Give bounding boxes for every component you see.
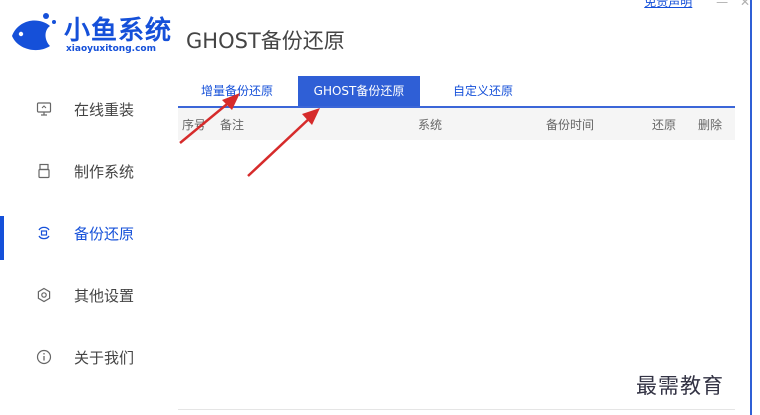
- tab-incremental-backup[interactable]: 增量备份还原: [186, 76, 288, 106]
- logo-name: 小鱼系统: [64, 16, 173, 46]
- tab-ghost-backup[interactable]: GHOST备份还原: [298, 76, 420, 106]
- sidebar-item-other-settings[interactable]: 其他设置: [0, 264, 170, 326]
- sidebar-item-make-system[interactable]: 制作系统: [0, 140, 170, 202]
- watermark: 最需教育: [636, 374, 724, 398]
- sidebar-item-label: 其他设置: [74, 286, 135, 305]
- disclaimer-link[interactable]: 免责声明: [644, 0, 692, 9]
- title-bar-controls: 免责声明 — ✕: [644, 0, 750, 10]
- monitor-icon: [36, 101, 52, 117]
- logo-url: xiaoyuxitong.com: [66, 44, 156, 54]
- page-title: GHOST备份还原: [186, 29, 345, 53]
- fish-logo-icon: [12, 13, 56, 51]
- column-header-delete: 删除: [698, 118, 723, 132]
- close-button[interactable]: ✕: [740, 0, 750, 9]
- sidebar-item-backup-restore[interactable]: 备份还原: [0, 202, 170, 264]
- usb-drive-icon: [36, 163, 52, 179]
- column-header-restore: 还原: [652, 118, 677, 132]
- sidebar-item-about-us[interactable]: 关于我们: [0, 326, 170, 388]
- info-icon: [36, 349, 52, 365]
- sidebar-item-online-reinstall[interactable]: 在线重装: [0, 78, 170, 140]
- minimize-button[interactable]: —: [716, 0, 728, 9]
- sidebar-item-label: 关于我们: [74, 348, 135, 367]
- window-right-border: [750, 0, 752, 415]
- backup-icon: [36, 225, 52, 241]
- sidebar-item-label: 备份还原: [74, 224, 135, 243]
- content-bottom-divider: [178, 409, 735, 410]
- column-header-note: 备注: [220, 118, 245, 132]
- app-logo: 小鱼系统 xiaoyuxitong.com: [8, 8, 178, 64]
- sidebar: 在线重装 制作系统 备份还原 其他设置 关于我们: [0, 78, 170, 388]
- tab-custom-restore[interactable]: 自定义还原: [436, 76, 530, 106]
- column-header-system: 系统: [418, 118, 443, 132]
- tab-bar: 增量备份还原 GHOST备份还原 自定义还原: [178, 76, 735, 108]
- backup-table-header: 序号 备注 系统 备份时间 还原 删除: [178, 108, 735, 140]
- sidebar-item-label: 制作系统: [74, 162, 135, 181]
- column-header-index: 序号: [182, 118, 207, 132]
- sidebar-item-label: 在线重装: [74, 100, 135, 119]
- column-header-backup-time: 备份时间: [546, 118, 595, 132]
- gear-icon: [36, 287, 52, 303]
